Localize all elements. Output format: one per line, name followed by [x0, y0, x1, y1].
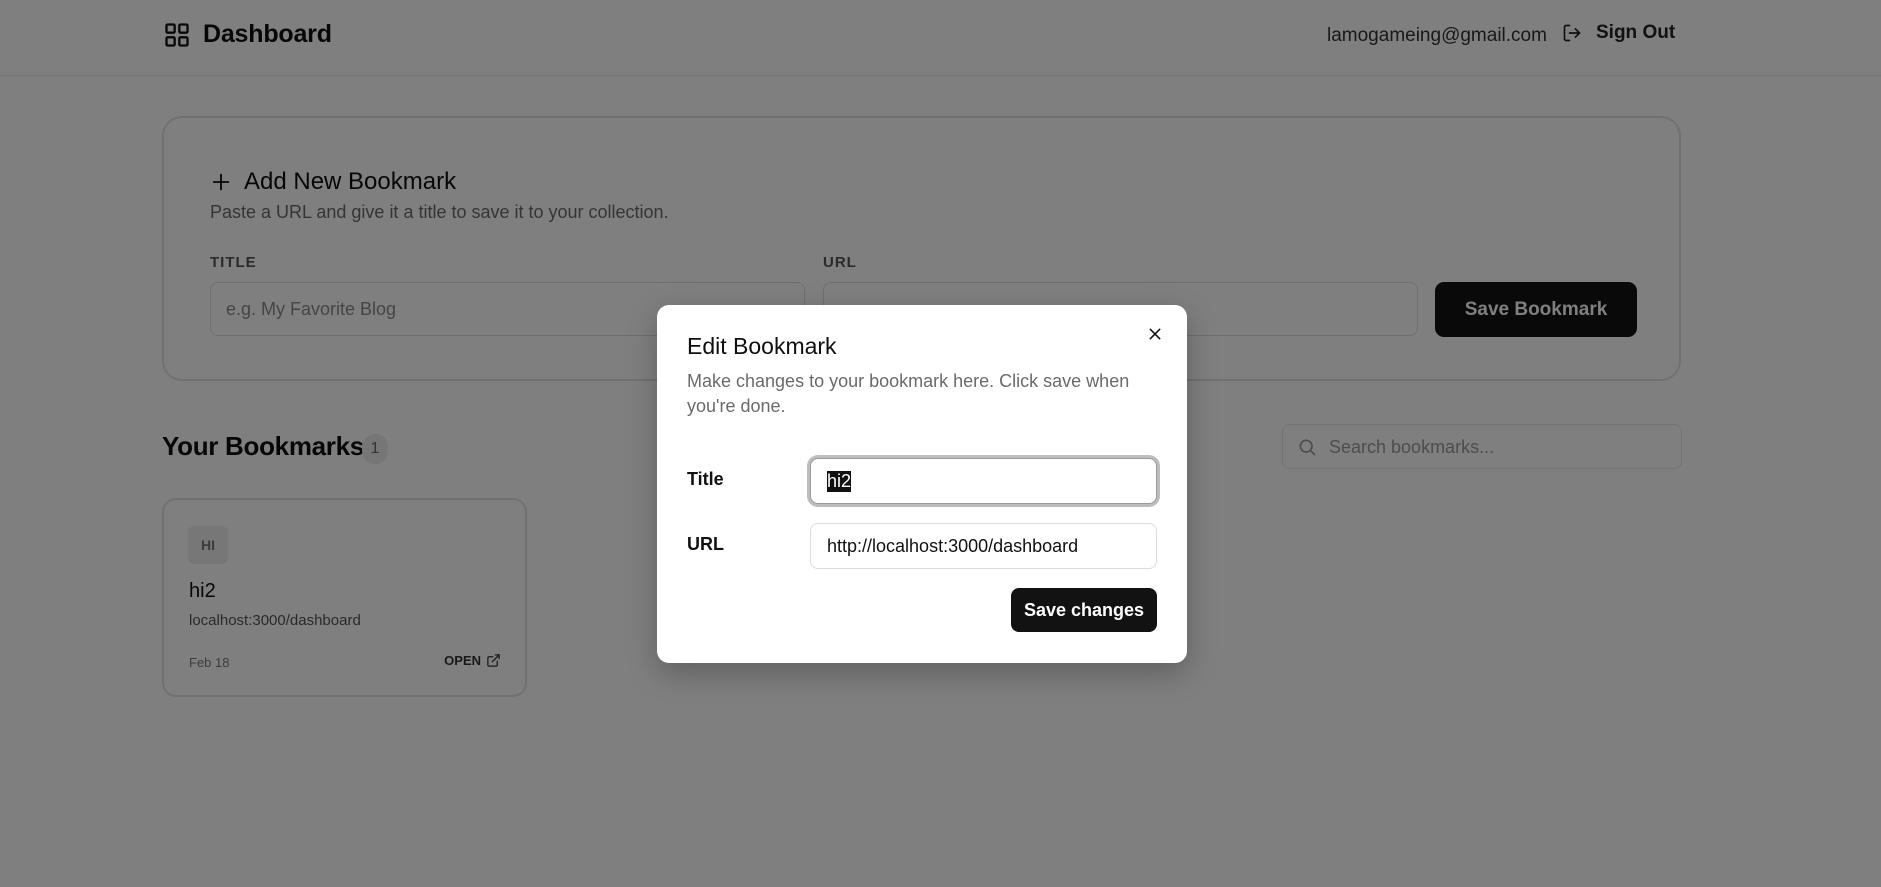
dialog-title: Edit Bookmark [687, 333, 837, 359]
edit-title-label: Title [687, 469, 724, 489]
save-changes-button[interactable]: Save changes [1011, 588, 1157, 632]
close-icon [1149, 328, 1161, 340]
edit-title-input[interactable] [810, 458, 1157, 504]
close-dialog-button[interactable] [1141, 320, 1169, 348]
edit-bookmark-dialog: Edit Bookmark Make changes to your bookm… [657, 305, 1187, 663]
dialog-description: Make changes to your bookmark here. Clic… [687, 371, 1130, 416]
edit-url-label: URL [687, 534, 724, 554]
edit-url-input[interactable] [810, 523, 1157, 569]
